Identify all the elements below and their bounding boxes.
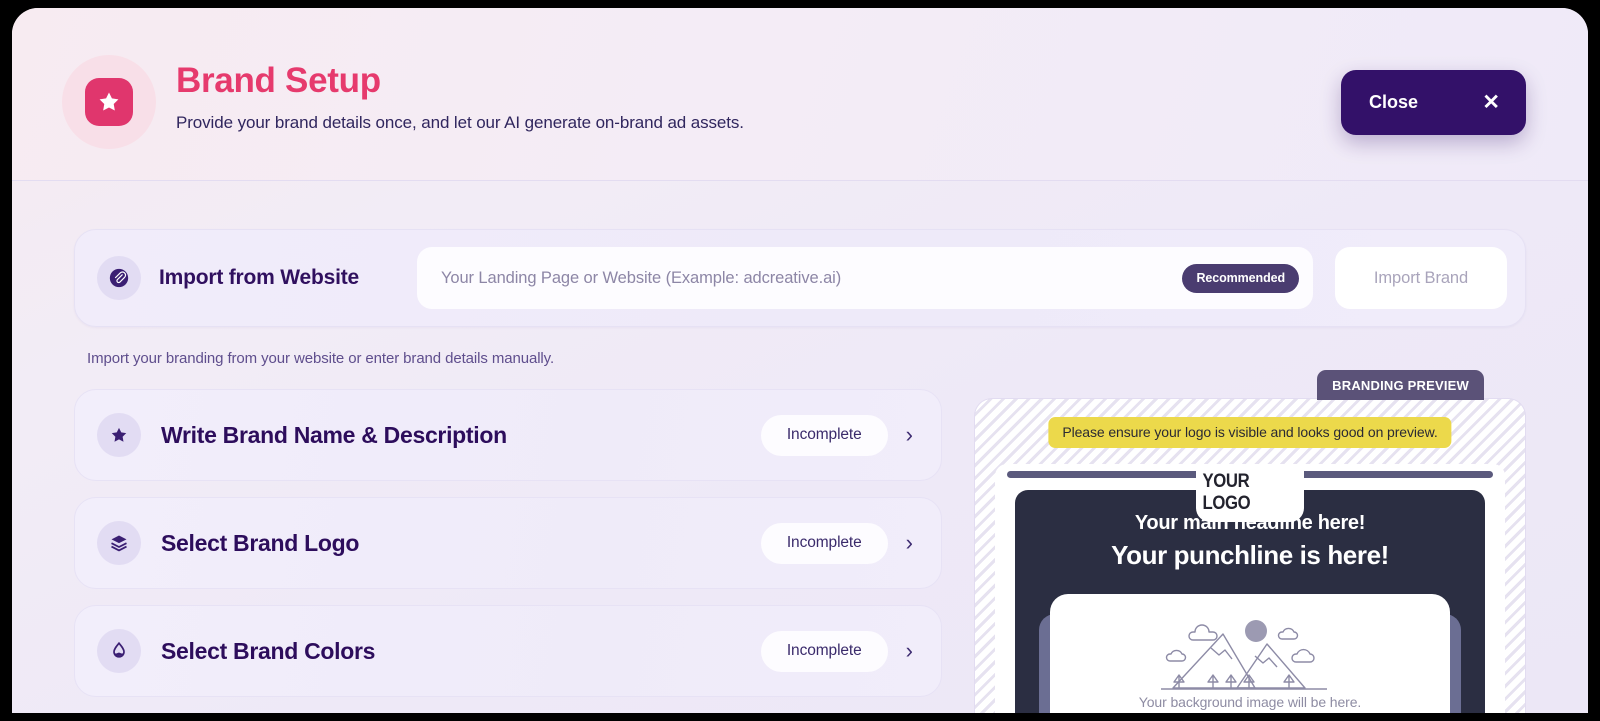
layers-icon <box>97 521 141 565</box>
ad-preview-card: YOUR LOGO Your main headline here! Your … <box>995 464 1505 713</box>
import-from-website-label: Import from Website <box>159 266 359 290</box>
brand-setup-modal: Brand Setup Provide your brand details o… <box>12 8 1588 713</box>
close-button[interactable]: Close ✕ <box>1341 70 1526 135</box>
branding-preview-panel: Please ensure your logo is visible and l… <box>974 398 1526 713</box>
step-label: Select Brand Colors <box>161 638 761 665</box>
close-button-label: Close <box>1369 92 1418 113</box>
modal-body: Import from Website Your Landing Page or… <box>12 229 1588 713</box>
branding-preview-column: BRANDING PREVIEW Please ensure your logo… <box>974 389 1526 713</box>
header-text-block: Brand Setup Provide your brand details o… <box>176 60 744 133</box>
page-title: Brand Setup <box>176 60 744 103</box>
window-frame: Brand Setup Provide your brand details o… <box>0 0 1600 721</box>
recommended-badge: Recommended <box>1182 264 1299 293</box>
import-hint-text: Import your branding from your website o… <box>87 350 1526 367</box>
chevron-right-icon: › <box>906 640 913 662</box>
star-icon <box>97 413 141 457</box>
ad-image-card: Your background image will be here. Call… <box>1050 594 1450 713</box>
content-columns: Write Brand Name & Description Incomplet… <box>74 389 1526 713</box>
step-row-brand-colors[interactable]: Select Brand Colors Incomplete › <box>74 605 942 697</box>
status-badge: Incomplete <box>761 415 888 456</box>
logo-visibility-notice: Please ensure your logo is visible and l… <box>1048 417 1451 448</box>
step-row-brand-logo[interactable]: Select Brand Logo Incomplete › <box>74 497 942 589</box>
import-from-website-card: Import from Website Your Landing Page or… <box>74 229 1526 327</box>
import-brand-button[interactable]: Import Brand <box>1335 247 1507 309</box>
mountain-landscape-icon <box>1155 610 1345 707</box>
ad-headline: Your main headline here! <box>995 512 1505 535</box>
logo-placeholder-text: YOUR LOGO <box>1202 471 1297 515</box>
website-url-placeholder: Your Landing Page or Website (Example: a… <box>441 269 1182 288</box>
chevron-right-icon: › <box>906 532 913 554</box>
ad-punchline: Your punchline is here! <box>995 540 1505 571</box>
branding-preview-badge: BRANDING PREVIEW <box>1317 370 1484 400</box>
website-url-input[interactable]: Your Landing Page or Website (Example: a… <box>417 247 1313 309</box>
status-badge: Incomplete <box>761 523 888 564</box>
modal-header: Brand Setup Provide your brand details o… <box>12 8 1588 181</box>
page-subtitle: Provide your brand details once, and let… <box>176 113 744 133</box>
step-label: Write Brand Name & Description <box>161 422 761 449</box>
brand-steps-list: Write Brand Name & Description Incomplet… <box>74 389 942 713</box>
star-badge-icon <box>62 55 156 149</box>
droplet-icon <box>97 629 141 673</box>
chevron-right-icon: › <box>906 424 913 446</box>
close-x-icon: ✕ <box>1482 92 1500 113</box>
step-label: Select Brand Logo <box>161 530 761 557</box>
paperclip-icon <box>97 256 141 300</box>
background-image-caption: Your background image will be here. <box>1050 694 1450 710</box>
status-badge: Incomplete <box>761 631 888 672</box>
step-row-brand-name[interactable]: Write Brand Name & Description Incomplet… <box>74 389 942 481</box>
